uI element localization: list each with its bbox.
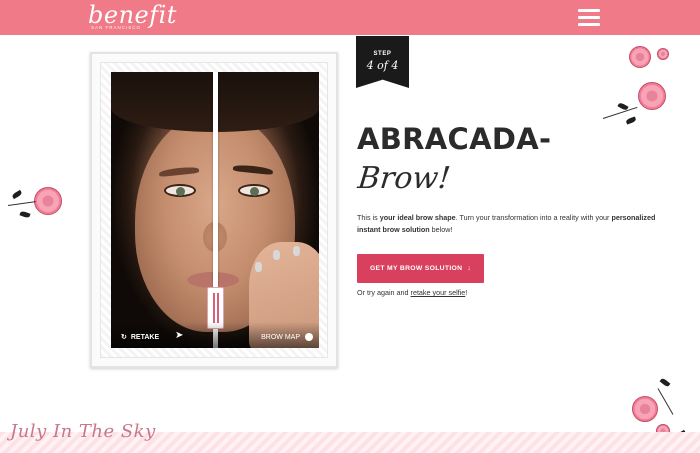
- retake-selfie-link[interactable]: retake your selfie: [411, 288, 466, 297]
- step-label: STEP: [373, 51, 392, 57]
- headline-line1: ABRACADA-: [357, 122, 552, 156]
- refresh-icon: ↻: [121, 334, 127, 341]
- get-brow-solution-button[interactable]: GET MY BROW SOLUTION ↓: [357, 254, 484, 283]
- left-eye-shape: [164, 184, 196, 197]
- photo-frame: ↻ RETAKE ➤ BROW MAP: [90, 52, 338, 368]
- arrow-down-icon: ↓: [467, 265, 472, 272]
- share-icon[interactable]: ➤: [175, 330, 183, 341]
- brow-comparison-photo: ↻ RETAKE ➤ BROW MAP: [111, 72, 319, 348]
- toggle-dot-icon: [305, 333, 313, 341]
- cta-label: GET MY BROW SOLUTION: [369, 265, 463, 272]
- right-eye-shape: [238, 184, 270, 197]
- brow-map-label: BROW MAP: [261, 333, 300, 341]
- hamburger-menu-icon[interactable]: [576, 7, 602, 27]
- brow-map-toggle[interactable]: BROW MAP: [261, 333, 313, 341]
- description-text: This is your ideal brow shape. Turn your…: [357, 213, 656, 234]
- watermark-text: July In The Sky: [10, 421, 156, 442]
- step-badge: STEP 4 of 4: [356, 36, 409, 88]
- headline-line2: Brow!: [356, 161, 453, 196]
- retake-button[interactable]: ↻ RETAKE: [121, 333, 160, 342]
- step-value: 4 of 4: [366, 59, 399, 72]
- photo-control-bar: ↻ RETAKE ➤ BROW MAP: [111, 322, 319, 348]
- retry-text: Or try again and retake your selfie!: [357, 288, 468, 297]
- retake-label: RETAKE: [130, 333, 160, 341]
- top-header: benefit SAN FRANCISCO: [0, 0, 700, 35]
- logo-subtext: SAN FRANCISCO: [91, 25, 142, 30]
